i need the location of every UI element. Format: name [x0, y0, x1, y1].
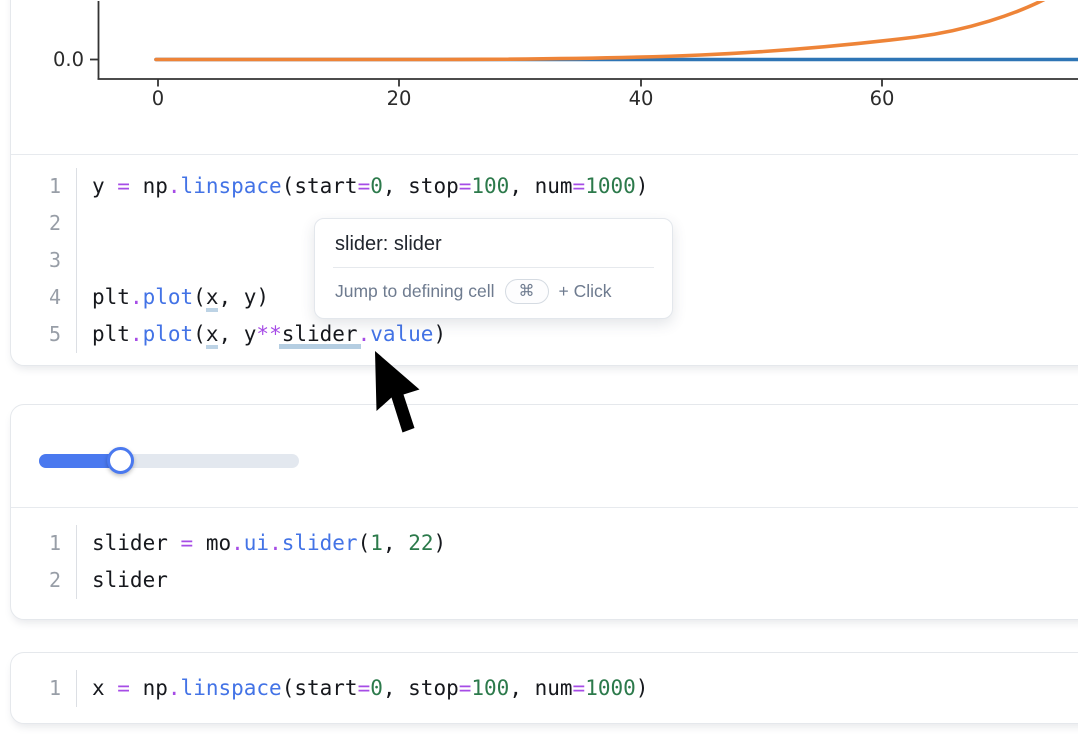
output-code-divider: [11, 507, 1078, 508]
code-token: .: [231, 531, 244, 555]
tooltip-action-suffix: + Click: [559, 281, 612, 302]
code-token: ): [433, 322, 446, 346]
code-token: 0: [370, 174, 383, 198]
code-token: np: [130, 676, 168, 700]
x-tick-marks: [158, 79, 882, 87]
code-line[interactable]: 1y = np.linspace(start=0, stop=100, num=…: [11, 168, 1078, 205]
code-token: (start: [282, 174, 358, 198]
code-token: (: [193, 285, 206, 309]
reactive-variable-token: slider: [279, 322, 361, 349]
code-token: ): [433, 531, 446, 555]
command-key-icon: ⌘: [505, 279, 549, 304]
code-editor-slider-cell[interactable]: 1slider = mo.ui.slider(1, 22)2slider: [11, 525, 1078, 599]
code-token: **: [256, 322, 281, 346]
code-token: value: [370, 322, 433, 346]
line-number: 3: [11, 242, 77, 279]
code-line[interactable]: 2 slider: [11, 562, 1078, 599]
code-token: slider: [282, 531, 358, 555]
code-token: .: [168, 676, 181, 700]
marimo-notebook: { "plot": { "type": "line", "x_tick_labe…: [0, 0, 1078, 746]
code-token: slider: [92, 568, 168, 592]
x-tick-label-20: 20: [387, 87, 412, 110]
code-token: (: [358, 531, 371, 555]
code-token: =: [358, 676, 371, 700]
line-number: 1: [11, 525, 77, 562]
line-number: 4: [11, 279, 77, 316]
code-token: ,: [383, 531, 408, 555]
code-line[interactable]: 5plt.plot(x, y**slider.value): [11, 316, 1078, 353]
line-number: 2: [11, 205, 77, 242]
code-token: 100: [471, 676, 509, 700]
code-token: plt: [92, 285, 130, 309]
slider-track[interactable]: [39, 454, 299, 468]
code-token: ): [636, 676, 649, 700]
variable-tooltip: slider: slider Jump to defining cell ⌘ +…: [314, 218, 673, 319]
code-token: (: [193, 322, 206, 346]
code-token: , num: [509, 676, 572, 700]
code-token: x: [92, 676, 117, 700]
x-tick-label-0: 0: [152, 87, 164, 110]
line-number: 5: [11, 316, 77, 353]
reactive-variable-token: x: [206, 322, 219, 349]
notebook-cell-x: 1x = np.linspace(start=0, stop=100, num=…: [10, 652, 1078, 724]
matplotlib-plot-output: 0.0 0 20 40 60: [11, 1, 1078, 154]
code-token: np: [130, 174, 168, 198]
code-token: y: [92, 174, 117, 198]
line-number: 2: [11, 562, 77, 599]
code-token: , stop: [383, 676, 459, 700]
line-number: 1: [11, 670, 77, 707]
code-token: .: [130, 285, 143, 309]
orange-series-line: [156, 1, 1053, 60]
code-token: 0: [370, 676, 383, 700]
code-token: , stop: [383, 174, 459, 198]
code-token: =: [459, 174, 472, 198]
code-token: (start: [282, 676, 358, 700]
code-line[interactable]: 1slider = mo.ui.slider(1, 22): [11, 525, 1078, 562]
slider-thumb[interactable]: [107, 447, 134, 474]
tooltip-action-label: Jump to defining cell: [335, 281, 495, 302]
code-token: , y: [218, 322, 256, 346]
code-token: =: [573, 174, 586, 198]
code-token: mo: [193, 531, 231, 555]
code-token: 100: [471, 174, 509, 198]
code-token: ): [636, 174, 649, 198]
code-token: ui: [244, 531, 269, 555]
code-token: =: [117, 174, 130, 198]
code-token: 1000: [585, 676, 636, 700]
code-token: slider: [92, 531, 181, 555]
code-token: plt: [92, 322, 130, 346]
code-token: =: [459, 676, 472, 700]
y-tick-label: 0.0: [53, 48, 84, 71]
code-token: =: [358, 174, 371, 198]
x-tick-label-60: 60: [870, 87, 895, 110]
code-token: .: [130, 322, 143, 346]
x-tick-label-40: 40: [629, 87, 654, 110]
code-token: 1: [370, 531, 383, 555]
code-token: plot: [143, 285, 194, 309]
code-token: .: [168, 174, 181, 198]
code-token: =: [181, 531, 194, 555]
code-token: , y): [218, 285, 269, 309]
code-token: , num: [509, 174, 572, 198]
code-token: =: [117, 676, 130, 700]
code-token: .: [269, 531, 282, 555]
code-editor-x-cell[interactable]: 1x = np.linspace(start=0, stop=100, num=…: [11, 670, 1078, 707]
code-token: plot: [143, 322, 194, 346]
code-token: 22: [408, 531, 433, 555]
mouse-cursor-icon: [375, 351, 423, 437]
tooltip-title: slider: slider: [315, 219, 672, 267]
code-token: linspace: [181, 174, 282, 198]
code-token: .: [358, 322, 371, 346]
code-token: 1000: [585, 174, 636, 198]
notebook-cell-slider: 1slider = mo.ui.slider(1, 22)2slider: [10, 404, 1078, 620]
output-code-divider: [11, 154, 1078, 155]
reactive-variable-token: x: [206, 285, 219, 312]
line-number: 1: [11, 168, 77, 205]
code-line[interactable]: 1x = np.linspace(start=0, stop=100, num=…: [11, 670, 1078, 707]
code-token: linspace: [181, 676, 282, 700]
code-token: =: [573, 676, 586, 700]
